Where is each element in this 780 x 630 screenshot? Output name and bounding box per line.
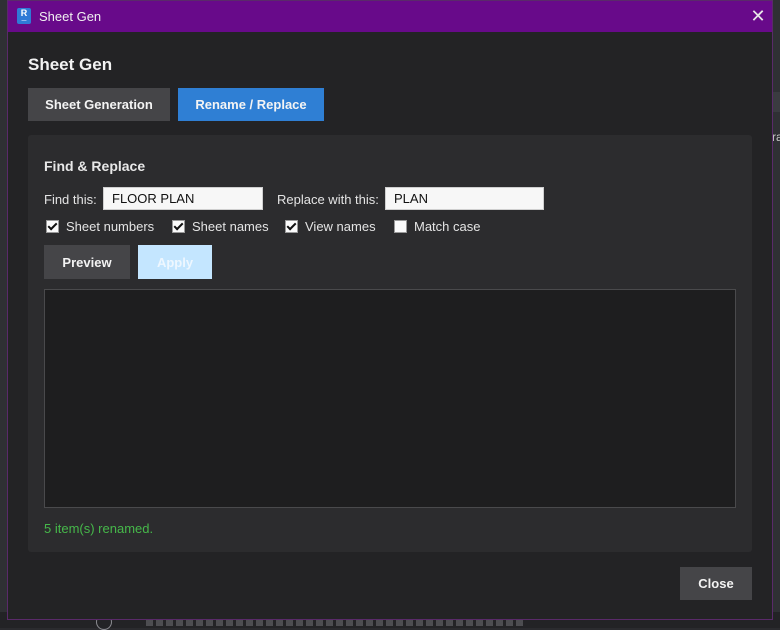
title-bar[interactable]: R — Sheet Gen ✕ xyxy=(8,1,772,32)
tab-sheet-generation[interactable]: Sheet Generation xyxy=(28,88,170,121)
view-names-checkbox[interactable]: View names xyxy=(285,219,376,234)
sheet-numbers-checkbox[interactable]: Sheet numbers xyxy=(46,219,154,234)
checkbox-checked-icon[interactable] xyxy=(46,220,59,233)
checkbox-unchecked-icon[interactable] xyxy=(394,220,407,233)
checkbox-checked-icon[interactable] xyxy=(172,220,185,233)
app-icon-caption: — xyxy=(21,18,27,24)
section-title: Find & Replace xyxy=(44,158,146,174)
replace-input[interactable] xyxy=(385,187,544,210)
app-icon-letter: R xyxy=(20,8,28,18)
checkbox-label: Sheet numbers xyxy=(66,219,155,234)
window-title: Sheet Gen xyxy=(39,9,102,24)
results-list[interactable] xyxy=(44,289,736,508)
close-button[interactable]: Close xyxy=(680,567,752,600)
page-title: Sheet Gen xyxy=(28,55,113,74)
revit-app-icon: R — xyxy=(17,8,31,24)
match-case-checkbox[interactable]: Match case xyxy=(394,219,480,234)
close-icon[interactable]: ✕ xyxy=(748,6,768,26)
find-replace-panel: Find & Replace Find this: Replace with t… xyxy=(28,135,752,552)
preview-button[interactable]: Preview xyxy=(44,245,130,279)
find-input[interactable] xyxy=(103,187,263,210)
status-message: 5 item(s) renamed. xyxy=(44,521,154,536)
checkbox-checked-icon[interactable] xyxy=(285,220,298,233)
background-edge-text: ra xyxy=(772,130,780,144)
find-label: Find this: xyxy=(44,192,97,207)
apply-button[interactable]: Apply xyxy=(138,245,212,279)
sheet-gen-dialog: R — Sheet Gen ✕ Sheet Gen Sheet Generati… xyxy=(7,0,773,620)
background-toolbar-strip xyxy=(772,92,780,112)
replace-label: Replace with this: xyxy=(277,192,379,207)
sheet-names-checkbox[interactable]: Sheet names xyxy=(172,219,269,234)
checkbox-label: View names xyxy=(305,219,376,234)
checkbox-label: Match case xyxy=(414,219,481,234)
tab-rename-replace[interactable]: Rename / Replace xyxy=(178,88,324,121)
checkbox-label: Sheet names xyxy=(192,219,269,234)
